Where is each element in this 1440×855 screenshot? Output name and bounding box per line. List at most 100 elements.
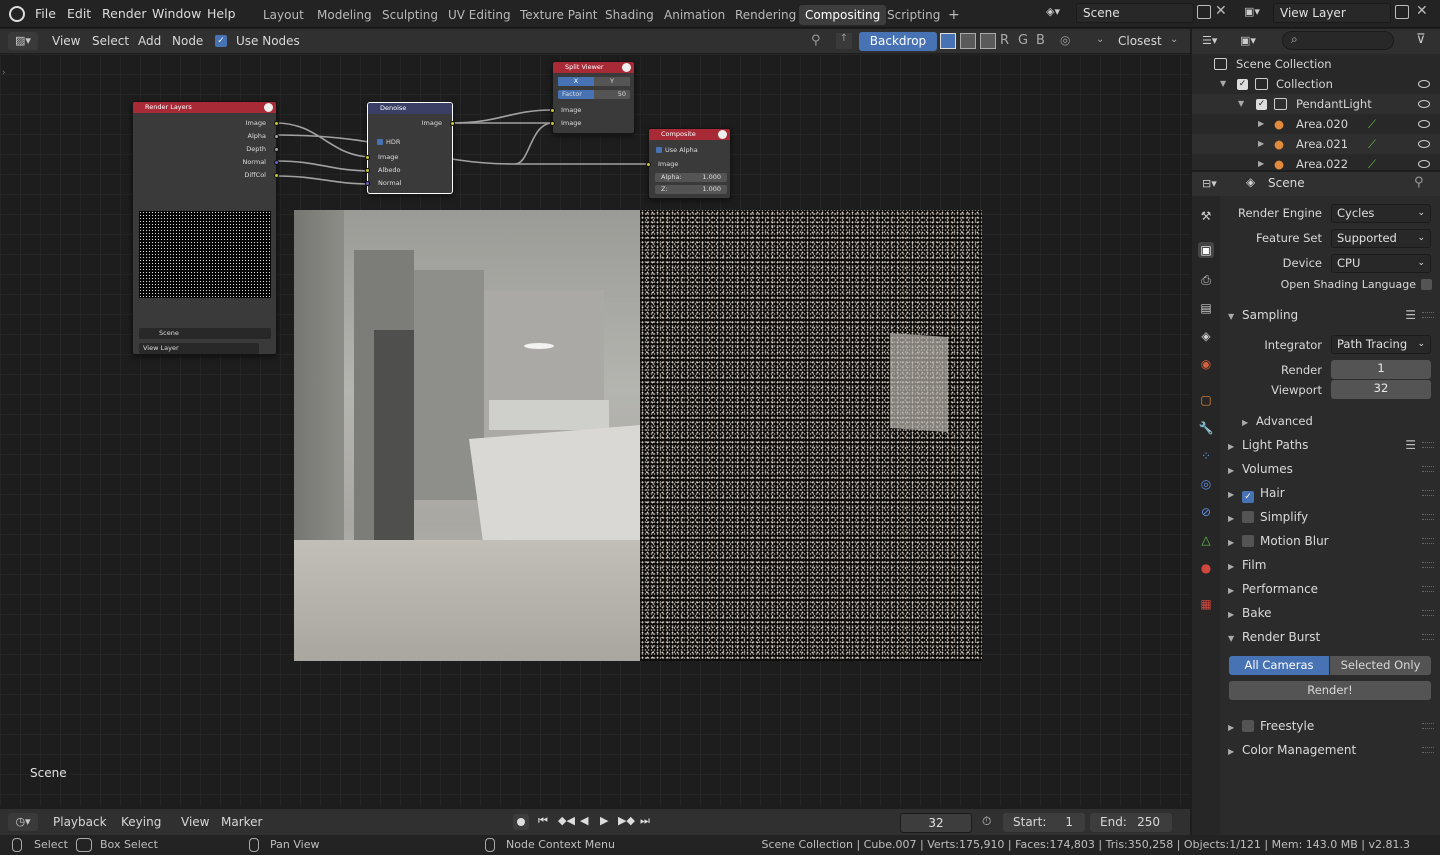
render-burst-panel[interactable]: ▼ Render Burst bbox=[1228, 627, 1438, 647]
osl-checkbox[interactable] bbox=[1421, 279, 1432, 290]
tab-texture-paint[interactable]: Texture Paint bbox=[514, 5, 603, 25]
volumes-panel[interactable]: ▶ Volumes bbox=[1228, 459, 1438, 479]
data-tab-icon[interactable]: △ bbox=[1198, 532, 1214, 548]
world-tab-icon[interactable]: ◉ bbox=[1198, 356, 1214, 372]
expand-icon[interactable]: ▶ bbox=[1258, 154, 1264, 170]
split-viewer-node[interactable]: Split Viewer X Y Factor 50 Image Image bbox=[550, 61, 635, 134]
outliner-row-area-021[interactable]: ▶ ● Area.021 ⟋ bbox=[1192, 134, 1440, 154]
light-paths-panel[interactable]: ▶ Light Paths ☰ bbox=[1228, 435, 1438, 455]
render-burst-button[interactable]: Render! bbox=[1229, 681, 1431, 700]
checkbox-icon[interactable]: ✓ bbox=[1256, 99, 1267, 110]
node-editor[interactable]: › Render Layers Image Alpha Depth Normal… bbox=[0, 54, 1190, 806]
socket-diffcol[interactable] bbox=[274, 173, 279, 178]
pin-icon[interactable]: ⚲ bbox=[811, 33, 821, 48]
node-menu-add[interactable]: Add bbox=[138, 34, 161, 48]
outliner-search-input[interactable]: ⌕ bbox=[1282, 31, 1394, 50]
scene-icon[interactable]: ◈▾ bbox=[1046, 5, 1074, 23]
performance-panel[interactable]: ▶ Performance bbox=[1228, 579, 1438, 599]
tab-layout[interactable]: Layout bbox=[257, 5, 310, 25]
outliner-row-scene-collection[interactable]: Scene Collection bbox=[1192, 54, 1440, 74]
object-tab-icon[interactable]: ▢ bbox=[1198, 392, 1214, 408]
parent-icon[interactable]: ↑ bbox=[836, 33, 852, 49]
drag-grip-icon[interactable] bbox=[1422, 634, 1434, 640]
interp-dropdown-icon[interactable]: ⌄ bbox=[1096, 34, 1104, 45]
particles-tab-icon[interactable]: ⁘ bbox=[1198, 448, 1214, 464]
render-engine-dropdown[interactable]: Cycles ⌄ bbox=[1331, 204, 1431, 223]
scene-tab-icon[interactable]: ◈ bbox=[1198, 328, 1214, 344]
composite-header[interactable]: Composite bbox=[649, 129, 730, 140]
tab-animation[interactable]: Animation bbox=[658, 5, 731, 25]
tab-modeling[interactable]: Modeling bbox=[311, 5, 378, 25]
composite-node[interactable]: Composite Use Alpha Image Alpha: 1.000 Z… bbox=[646, 128, 731, 199]
channel-alpha-icon[interactable] bbox=[960, 33, 976, 49]
drag-grip-icon[interactable] bbox=[1422, 723, 1434, 729]
new-view-layer-icon[interactable] bbox=[1395, 5, 1409, 19]
split-viewer-header[interactable]: Split Viewer bbox=[553, 62, 634, 73]
socket-alpha[interactable] bbox=[274, 134, 279, 139]
hair-checkbox[interactable]: ✓ bbox=[1242, 491, 1254, 503]
use-alpha-checkbox[interactable]: Use Alpha bbox=[656, 146, 698, 154]
texture-tab-icon[interactable]: ▦ bbox=[1198, 596, 1214, 612]
use-nodes-checkbox[interactable]: ✓ bbox=[215, 35, 227, 47]
outliner-row-area-022[interactable]: ▶ ● Area.022 ⟋ bbox=[1192, 154, 1440, 170]
material-tab-icon[interactable]: ● bbox=[1198, 560, 1214, 576]
prev-key-icon[interactable]: ◆◀ bbox=[558, 814, 575, 827]
denoise-output-socket[interactable] bbox=[450, 121, 455, 126]
new-scene-icon[interactable] bbox=[1197, 5, 1211, 19]
channel-r-button[interactable]: R bbox=[1000, 33, 1009, 48]
output-tab-icon[interactable]: ⎙ bbox=[1198, 272, 1214, 288]
socket-image[interactable] bbox=[274, 121, 279, 126]
menu-window[interactable]: Window bbox=[152, 6, 201, 21]
drag-grip-icon[interactable] bbox=[1422, 586, 1434, 592]
interpolation-dropdown[interactable]: Closest bbox=[1118, 34, 1162, 48]
socket-depth[interactable] bbox=[274, 147, 279, 152]
keying-menu[interactable]: Keying bbox=[121, 815, 161, 829]
split-socket-2[interactable] bbox=[550, 121, 555, 126]
film-panel[interactable]: ▶ Film bbox=[1228, 555, 1438, 575]
view-layer-icon[interactable]: ▣▾ bbox=[1244, 5, 1260, 18]
motion-blur-panel[interactable]: ▶ Motion Blur bbox=[1228, 531, 1438, 551]
socket-normal[interactable] bbox=[274, 160, 279, 165]
view-layer-field[interactable]: View Layer bbox=[1273, 3, 1391, 23]
outliner-row-pendantlight[interactable]: ▼ ✓ PendantLight bbox=[1192, 94, 1440, 114]
expand-icon[interactable]: ▼ bbox=[1220, 74, 1226, 94]
presets-icon[interactable]: ☰ bbox=[1405, 305, 1416, 325]
advanced-subpanel[interactable]: ▶ Advanced bbox=[1242, 411, 1440, 431]
drag-grip-icon[interactable] bbox=[1422, 442, 1434, 448]
eye-icon[interactable] bbox=[1418, 140, 1430, 148]
tab-scripting[interactable]: Scripting bbox=[881, 5, 946, 25]
jump-start-icon[interactable]: ⏮ bbox=[538, 814, 548, 828]
hair-panel[interactable]: ▶ ✓ Hair bbox=[1228, 483, 1438, 503]
end-frame-field[interactable]: End: 250 bbox=[1090, 813, 1172, 832]
expand-icon[interactable]: ▼ bbox=[1238, 94, 1244, 114]
tab-rendering[interactable]: Rendering bbox=[729, 5, 802, 25]
viewport-samples-field[interactable]: 32 bbox=[1331, 380, 1431, 399]
marker-menu[interactable]: Marker bbox=[221, 815, 262, 829]
backdrop-toggle[interactable]: Backdrop bbox=[859, 32, 937, 51]
selected-only-button[interactable]: Selected Only bbox=[1330, 656, 1431, 675]
render-layers-node[interactable]: Render Layers Image Alpha Depth Normal D… bbox=[132, 101, 279, 355]
integrator-dropdown[interactable]: Path Tracing ⌄ bbox=[1331, 335, 1431, 354]
denoise-normal-socket[interactable] bbox=[365, 181, 370, 186]
tab-compositing[interactable]: Compositing bbox=[799, 5, 887, 25]
alpha-field[interactable]: Alpha: 1.000 bbox=[655, 173, 727, 182]
tool-tab-icon[interactable]: ⚒ bbox=[1198, 208, 1214, 224]
render-samples-field[interactable]: 1 bbox=[1331, 360, 1431, 379]
current-frame-field[interactable]: 32 bbox=[900, 813, 972, 833]
properties-editor-icon[interactable]: ⊟▾ bbox=[1202, 175, 1232, 193]
factor-slider[interactable]: Factor 50 bbox=[558, 90, 630, 99]
outliner-row-collection[interactable]: ▼ ✓ Collection bbox=[1192, 74, 1440, 94]
denoise-image-socket[interactable] bbox=[365, 155, 370, 160]
denoise-node[interactable]: Denoise Image HDR Image Albedo Normal bbox=[365, 102, 455, 194]
constraints-tab-icon[interactable]: ⊘ bbox=[1198, 504, 1214, 520]
drag-grip-icon[interactable] bbox=[1422, 312, 1434, 318]
motion-blur-checkbox[interactable] bbox=[1242, 535, 1254, 547]
timeline-view-menu[interactable]: View bbox=[181, 815, 209, 829]
menu-help[interactable]: Help bbox=[207, 6, 236, 21]
play-reverse-icon[interactable]: ◀ bbox=[580, 814, 588, 827]
node-menu-node[interactable]: Node bbox=[172, 34, 203, 48]
eye-icon[interactable] bbox=[1418, 100, 1430, 108]
blender-logo-icon[interactable] bbox=[9, 6, 25, 22]
menu-file[interactable]: File bbox=[35, 6, 56, 21]
node-menu-select[interactable]: Select bbox=[92, 34, 129, 48]
